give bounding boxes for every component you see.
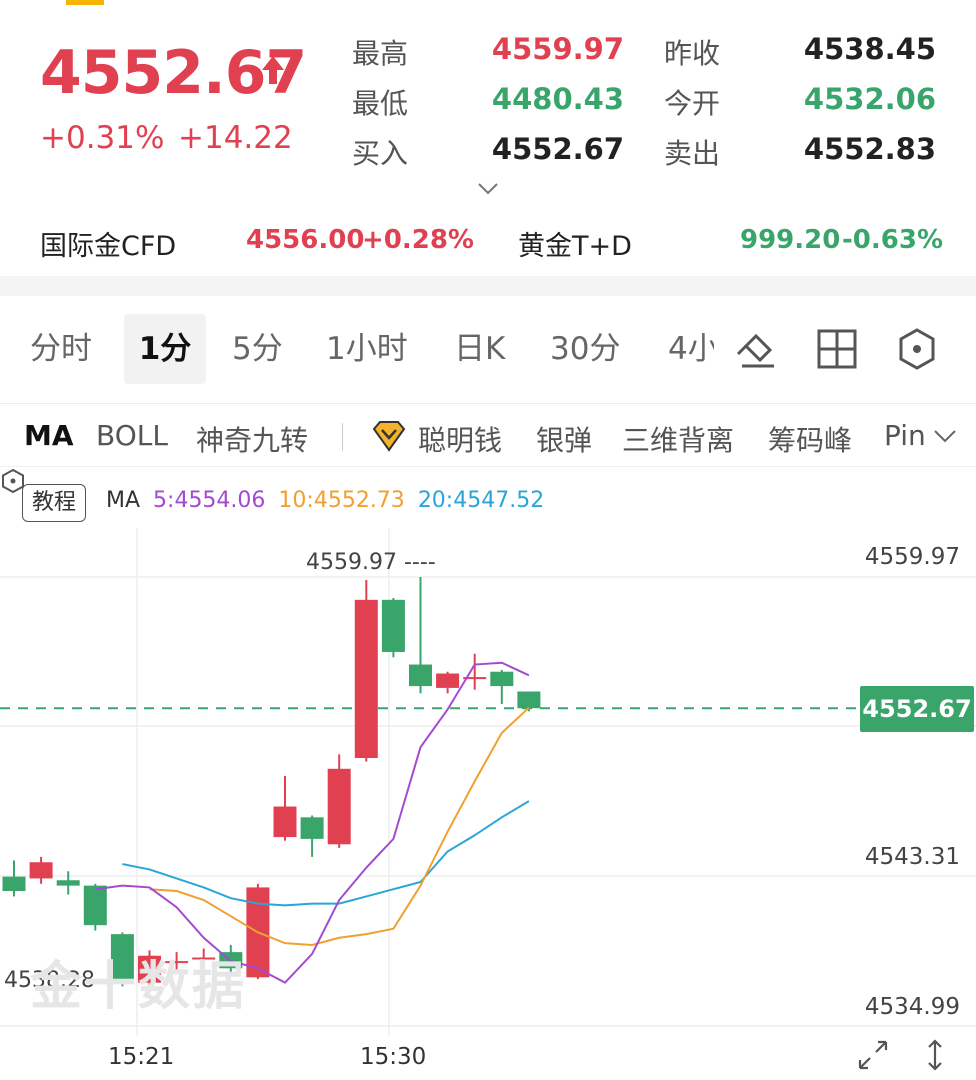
tab-daily-k[interactable]: 日K (454, 314, 505, 384)
kline-chart[interactable]: 教程 MA 5:4554.06 10:4552.73 20:4547.52 45… (0, 468, 976, 1080)
related-name: 黄金T+D (518, 231, 632, 262)
candle-body (354, 599, 378, 759)
indicator-row: MA BOLL 神奇九转 聪明钱 银弹 三维背离 筹码峰 Pin (0, 405, 976, 467)
candle-body (436, 673, 460, 688)
prev-close-value: 4538.45 (803, 32, 936, 66)
current-price-tag: 4552.67 (860, 686, 974, 732)
ma-settings-icon[interactable] (0, 468, 26, 494)
related-name: 国际金CFD (40, 231, 177, 262)
draw-tool-icon[interactable] (734, 326, 780, 372)
related-price: 999.20 (740, 225, 841, 255)
up-arrow-icon (262, 56, 284, 84)
candle-body (490, 671, 514, 687)
ma-legend: MA 5:4554.06 10:4552.73 20:4547.52 (106, 488, 550, 513)
section-separator (0, 276, 976, 296)
indicator-boll[interactable]: BOLL (96, 419, 168, 452)
chevron-down-icon[interactable] (476, 180, 500, 196)
change-amount: +14.22 (178, 120, 293, 156)
open-label: 今开 (664, 87, 721, 120)
diamond-icon (372, 421, 406, 452)
high-label: 最高 (352, 37, 409, 70)
ask-value: 4552.83 (803, 132, 936, 166)
candle-body (56, 880, 80, 886)
indicator-divider (342, 423, 343, 451)
indicator-chip-peak[interactable]: 筹码峰 (768, 419, 852, 459)
tab-1min[interactable]: 1分 (124, 314, 206, 384)
low-label: 最低 (352, 87, 409, 120)
ask-label: 卖出 (664, 137, 721, 170)
ma5-value: 5:4554.06 (153, 488, 266, 513)
related-change: -0.63% (842, 225, 943, 255)
ma20-line (122, 800, 530, 907)
indicator-ma[interactable]: MA (24, 419, 74, 452)
related-change: +0.28% (362, 225, 474, 255)
x-axis-label: 15:30 (360, 1044, 427, 1070)
ma-legend-title: MA (106, 488, 141, 513)
indicator-divergence[interactable]: 三维背离 (622, 419, 734, 459)
timeframe-tabs: 分时 1分 5分 1小时 日K 30分 4小 (0, 296, 976, 404)
candle-body (381, 599, 405, 652)
bid-label: 买入 (352, 137, 409, 170)
indicator-pin[interactable]: Pin (884, 419, 930, 452)
quote-header: 4552.67 +0.31% +14.22 最高 4559.97 最低 4480… (0, 0, 976, 276)
high-value: 4559.97 (491, 32, 624, 66)
vertical-scale-icon[interactable] (918, 1038, 952, 1072)
ma10-value: 10:4552.73 (278, 488, 405, 513)
high-price-marker: 4559.97 ---- (306, 550, 436, 575)
candle-body (409, 664, 432, 687)
ma20-value: 20:4547.52 (417, 488, 545, 513)
y-axis-label-mid: 4543.31 (864, 844, 960, 870)
indicator-silver-bullet[interactable]: 银弹 (536, 419, 592, 459)
open-value: 4532.06 (803, 82, 936, 116)
y-axis-label-top: 4559.97 (864, 544, 960, 570)
related-price: 4556.00 (246, 225, 365, 255)
tab-time-share[interactable]: 分时 (30, 314, 92, 384)
prev-close-label: 昨收 (664, 37, 721, 70)
candle-body (517, 691, 541, 709)
candle-body (83, 885, 107, 926)
related-quotes-row[interactable]: 国际金CFD 4556.00 +0.28% 黄金T+D 999.20 -0.63… (0, 214, 976, 266)
low-value: 4480.43 (491, 82, 624, 116)
settings-hex-icon[interactable] (894, 326, 940, 372)
x-axis-label: 15:21 (108, 1044, 175, 1070)
indicator-smart-money[interactable]: 聪明钱 (418, 419, 502, 459)
candle-body (273, 806, 297, 838)
chevron-down-icon[interactable] (932, 427, 958, 445)
candle-body (2, 876, 26, 892)
bid-value: 4552.67 (491, 132, 624, 166)
tutorial-button[interactable]: 教程 (22, 484, 86, 522)
indicator-nine-turn[interactable]: 神奇九转 (196, 419, 308, 459)
fullscreen-icon[interactable] (856, 1038, 890, 1072)
y-axis-label-bottom: 4534.99 (864, 994, 960, 1020)
tab-1hour[interactable]: 1小时 (326, 314, 408, 384)
candle-body (327, 768, 351, 845)
watermark: 金十数据 (30, 957, 247, 1017)
tab-4hour[interactable]: 4小 (668, 314, 714, 384)
candle-body (300, 817, 324, 839)
tab-5min[interactable]: 5分 (232, 314, 283, 384)
grid-layout-icon[interactable] (814, 326, 860, 372)
tab-30min[interactable]: 30分 (550, 314, 620, 384)
candle-body (29, 862, 53, 879)
change-percent: +0.31% (40, 120, 165, 156)
